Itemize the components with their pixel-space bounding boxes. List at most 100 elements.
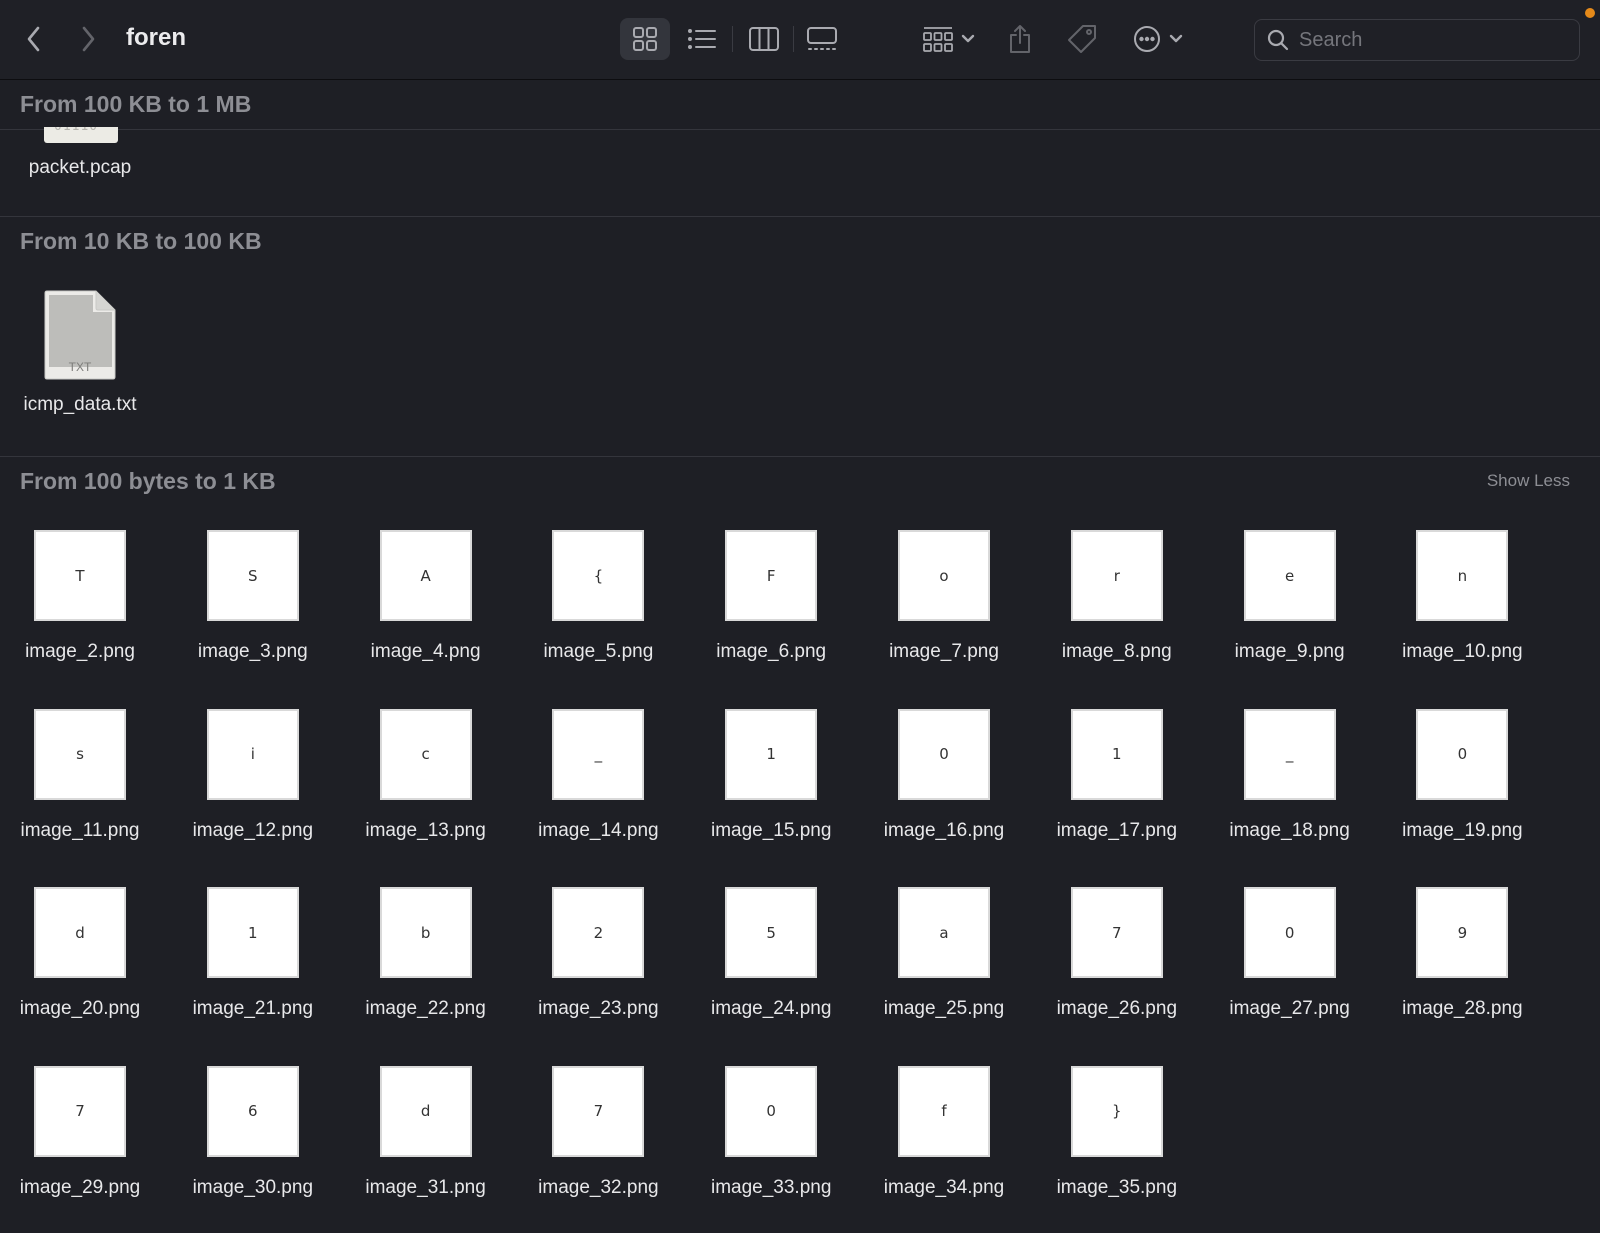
png-thumbnail: } <box>1070 1065 1163 1157</box>
file-item[interactable]: o image_7.png <box>864 530 1024 663</box>
file-item[interactable]: n image_10.png <box>1382 530 1542 663</box>
png-thumbnail: F <box>725 530 818 621</box>
share-button[interactable] <box>1004 20 1036 58</box>
back-button[interactable] <box>18 20 50 58</box>
file-name: image_4.png <box>370 641 481 662</box>
file-item[interactable]: Fimage_6.png <box>691 530 851 663</box>
file-item[interactable]: 0 image_19.png <box>1382 708 1542 842</box>
file-item[interactable]: 6 image_30.png <box>173 1065 333 1199</box>
forward-button[interactable] <box>72 20 104 58</box>
file-item[interactable]: 1 image_15.png <box>691 708 851 842</box>
png-thumbnail: a <box>898 887 990 978</box>
file-name: image_16.png <box>883 819 1005 841</box>
toolbar-divider <box>732 26 733 52</box>
list-view-icon <box>688 29 716 49</box>
file-item[interactable]: 0 image_16.png <box>864 708 1024 842</box>
show-less-button[interactable]: Show Less <box>1487 471 1570 491</box>
file-name: image_7.png <box>889 641 999 662</box>
file-item[interactable]: 0 image_27.png <box>1210 887 1370 1020</box>
file-name: image_15.png <box>710 819 832 841</box>
file-item[interactable]: Timage_2.png <box>0 530 160 663</box>
file-item[interactable]: _ image_18.png <box>1210 708 1370 842</box>
png-thumbnail: 9 <box>1416 887 1509 978</box>
png-thumbnail: 2 <box>552 887 645 978</box>
file-item[interactable]: 9 image_28.png <box>1382 887 1542 1020</box>
icon-view-button[interactable] <box>620 18 670 60</box>
tag-button[interactable] <box>1064 20 1100 58</box>
gallery-view-button[interactable] <box>797 18 847 60</box>
list-view-button[interactable] <box>677 18 727 60</box>
file-item[interactable]: r image_8.png <box>1037 530 1197 663</box>
file-item[interactable]: {image_5.png <box>518 530 678 663</box>
png-thumbnail: n <box>1416 530 1509 621</box>
file-name: image_2.png <box>25 641 135 662</box>
file-name: image_34.png <box>883 1176 1005 1198</box>
png-thumbnail: _ <box>552 708 645 800</box>
file-name: image_25.png <box>883 998 1005 1019</box>
file-item[interactable]: 7 image_32.png <box>518 1065 678 1199</box>
file-item[interactable]: b image_22.png <box>346 887 506 1020</box>
section-header: From 100 KB to 1 MB <box>0 80 1600 130</box>
png-thumbnail: 0 <box>898 708 990 800</box>
file-name: image_33.png <box>710 1176 832 1198</box>
file-name[interactable]: packet.pcap <box>20 157 140 179</box>
file-name: image_29.png <box>19 1176 141 1198</box>
png-thumbnail: o <box>898 530 990 621</box>
png-thumbnail: b <box>379 887 472 978</box>
more-actions-button[interactable] <box>1128 20 1188 58</box>
tag-icon <box>1068 25 1096 53</box>
toolbar: foren <box>0 0 1600 80</box>
png-thumbnail: T <box>34 530 126 621</box>
file-name: image_11.png <box>20 819 140 841</box>
section-title: From 100 bytes to 1 KB <box>20 467 276 494</box>
png-thumbnail: f <box>898 1065 990 1157</box>
column-view-icon <box>749 27 779 51</box>
file-name: image_23.png <box>538 998 659 1019</box>
file-item[interactable]: 1 image_21.png <box>173 887 333 1020</box>
chevron-right-icon <box>82 26 95 52</box>
file-name: image_12.png <box>192 819 314 841</box>
file-item[interactable]: 5 image_24.png <box>691 887 851 1020</box>
file-name: image_28.png <box>1402 998 1523 1019</box>
file-item[interactable]: 1 image_17.png <box>1037 708 1197 842</box>
file-item[interactable]: _ image_14.png <box>518 708 678 842</box>
file-item[interactable]: TXT icmp_data.txt <box>20 290 140 416</box>
column-view-button[interactable] <box>739 18 789 60</box>
png-thumbnail: c <box>379 708 472 800</box>
file-item[interactable]: Aimage_4.png <box>346 530 506 663</box>
file-item[interactable]: f image_34.png <box>864 1065 1024 1199</box>
search-input[interactable] <box>1299 28 1559 52</box>
file-item[interactable]: d image_20.png <box>0 887 160 1020</box>
file-name: image_6.png <box>716 641 827 662</box>
png-thumbnail: s <box>34 708 126 800</box>
txt-file-icon: TXT <box>44 290 116 380</box>
file-item[interactable]: i image_12.png <box>173 708 333 842</box>
search-icon <box>1267 29 1289 51</box>
file-name: image_26.png <box>1056 998 1178 1019</box>
file-item[interactable]: s image_11.png <box>0 708 160 842</box>
file-item[interactable]: c image_13.png <box>346 708 506 842</box>
file-item[interactable]: e image_9.png <box>1210 530 1370 663</box>
group-by-button[interactable] <box>918 20 980 58</box>
file-item[interactable]: d image_31.png <box>346 1065 506 1199</box>
file-item[interactable]: Simage_3.png <box>173 530 333 663</box>
file-thumbnail-pcap[interactable]: 01110 <box>44 127 118 143</box>
file-item[interactable]: } image_35.png <box>1037 1065 1197 1199</box>
pcap-thumb-label: 01110 <box>54 127 98 134</box>
file-name: image_14.png <box>538 819 659 841</box>
png-thumbnail: 0 <box>1416 708 1509 800</box>
png-thumbnail: 1 <box>206 887 299 978</box>
file-item[interactable]: 0 image_33.png <box>691 1065 851 1199</box>
icon-view-icon <box>633 27 657 51</box>
file-item[interactable]: 2 image_23.png <box>518 887 678 1020</box>
file-name: image_24.png <box>710 998 832 1019</box>
png-thumbnail: 0 <box>725 1065 818 1157</box>
file-item[interactable]: 7 image_26.png <box>1037 887 1197 1020</box>
window-title: foren <box>126 24 186 51</box>
png-thumbnail: 5 <box>725 887 818 978</box>
file-item[interactable]: a image_25.png <box>864 887 1024 1020</box>
notification-dot <box>1585 8 1595 18</box>
section-title: From 10 KB to 100 KB <box>20 227 262 254</box>
file-item[interactable]: 7 image_29.png <box>0 1065 160 1199</box>
search-box[interactable] <box>1254 19 1580 61</box>
